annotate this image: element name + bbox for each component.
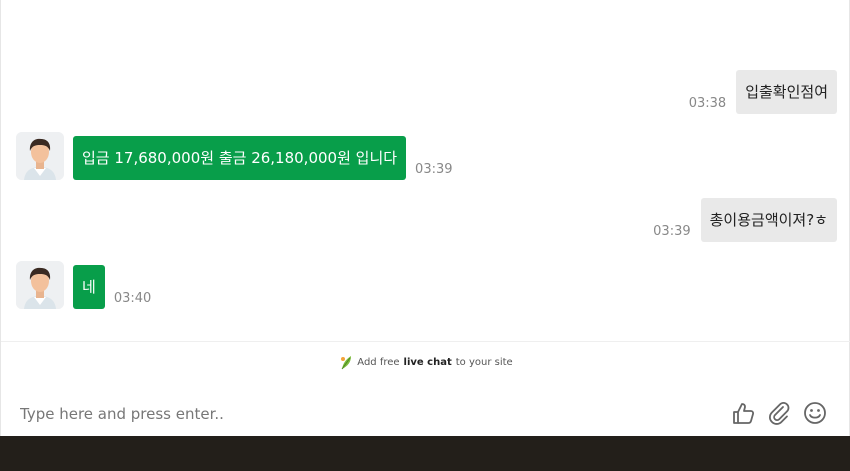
composer-bar <box>1 392 850 436</box>
avatar-icon <box>16 132 64 180</box>
message-bubble-agent: 입금 17,680,000원 출금 26,180,000원 입니다 <box>73 136 407 180</box>
promo-prefix: Add free <box>357 356 400 368</box>
avatar-icon <box>16 261 64 309</box>
chat-window: 03:38 입출확인점여 입금 17,680,000원 출금 26,180,00… <box>0 0 850 436</box>
leaf-icon <box>341 356 352 370</box>
message-input[interactable] <box>20 402 700 426</box>
message-time: 03:40 <box>113 291 152 306</box>
message-bubble-visitor: 총이용금액이져?ㅎ <box>700 198 837 242</box>
taskbar <box>0 436 850 471</box>
message-time: 03:39 <box>415 162 453 177</box>
message-bubble-agent: 네 <box>73 265 105 309</box>
message-list[interactable]: 03:38 입출확인점여 입금 17,680,000원 출금 26,180,00… <box>1 0 850 340</box>
attach-file-button[interactable] <box>766 400 792 426</box>
promo-highlight: live chat <box>403 356 452 368</box>
thumbs-up-icon <box>733 403 755 424</box>
message-row-visitor: 03:38 입출확인점여 <box>689 70 837 114</box>
message-row-visitor: 03:39 총이용금액이져?ㅎ <box>653 198 837 242</box>
promo-link[interactable]: Add free live chat to your site <box>1 354 850 370</box>
message-row-agent: 네 03:40 <box>16 261 151 309</box>
paperclip-icon <box>769 402 790 425</box>
emoji-button[interactable] <box>802 400 828 426</box>
agent-avatar <box>16 261 64 309</box>
divider <box>1 341 850 342</box>
message-row-agent: 입금 17,680,000원 출금 26,180,000원 입니다 03:39 <box>16 132 453 180</box>
thumbs-up-button[interactable] <box>730 400 756 426</box>
message-bubble-visitor: 입출확인점여 <box>736 70 837 114</box>
promo-suffix: to your site <box>455 356 513 368</box>
agent-avatar <box>16 132 64 180</box>
message-time: 03:39 <box>653 224 691 239</box>
smiley-icon <box>804 402 826 424</box>
message-time: 03:38 <box>688 96 727 111</box>
